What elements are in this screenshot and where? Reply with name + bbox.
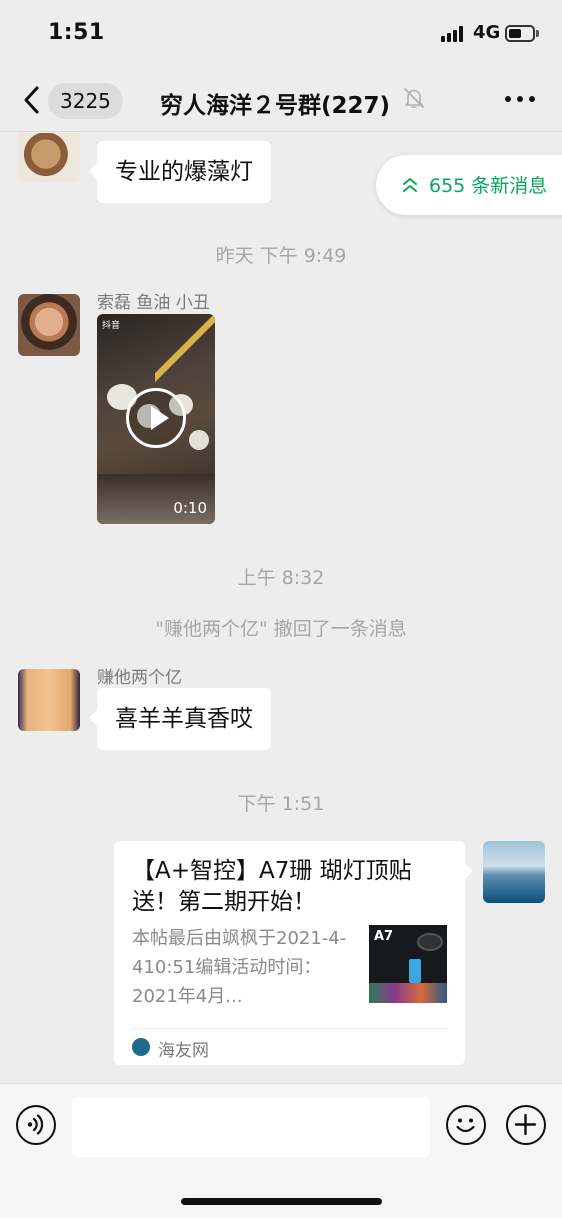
chevron-left-icon[interactable] bbox=[20, 84, 44, 116]
message-bubble[interactable]: 喜羊羊真香哎 bbox=[89, 688, 271, 750]
network-label: 4G bbox=[473, 22, 501, 43]
message-bubble[interactable]: 专业的爆藻灯 bbox=[89, 141, 271, 203]
link-card-description: 本帖最后由飒枫于2021-4-410:51编辑活动时间：2021年4月... bbox=[132, 928, 347, 1007]
message-input[interactable] bbox=[72, 1097, 430, 1157]
recall-notice: "赚他两个亿" 撤回了一条消息 bbox=[155, 618, 407, 640]
timestamp: 上午 8:32 bbox=[237, 567, 325, 589]
plus-icon[interactable] bbox=[506, 1105, 546, 1145]
sender-name: 索磊 鱼油 小丑 bbox=[97, 293, 210, 313]
link-card-thumbnail: A7 bbox=[369, 925, 447, 1003]
bell-slash-icon bbox=[404, 88, 424, 108]
link-card[interactable]: 【A+智控】A7珊 瑚灯顶贴送！第二期开始！ 本帖最后由飒枫于2021-4-41… bbox=[114, 841, 473, 1065]
play-icon[interactable] bbox=[126, 388, 186, 448]
ellipsis-icon[interactable] bbox=[505, 96, 535, 104]
input-bar bbox=[0, 1083, 562, 1218]
video-app-label: 抖音 bbox=[102, 321, 121, 331]
video-message[interactable]: 抖音 0:10 bbox=[97, 314, 215, 524]
status-time: 1:51 bbox=[48, 20, 105, 45]
battery-cap bbox=[536, 30, 539, 37]
battery-icon bbox=[505, 25, 535, 42]
new-messages-label: 655 条新消息 bbox=[429, 175, 548, 197]
chat-screen: 1:51 4G 3225 穷人海洋２号群(227) 专业的爆藻灯 655 条新消… bbox=[0, 0, 562, 1218]
chat-title[interactable]: 穷人海洋２号群(227) bbox=[160, 86, 390, 120]
sender-name: 赚他两个亿 bbox=[97, 668, 182, 688]
double-chevron-up-icon bbox=[403, 178, 417, 192]
nav-bar: 3225 穷人海洋２号群(227) bbox=[0, 70, 562, 132]
avatar-self[interactable] bbox=[483, 841, 545, 903]
divider bbox=[132, 1028, 447, 1029]
link-card-title: 【A+智控】A7珊 瑚灯顶贴送！第二期开始！ bbox=[132, 858, 412, 915]
voice-icon[interactable] bbox=[16, 1105, 56, 1145]
video-duration: 0:10 bbox=[173, 499, 207, 517]
home-indicator[interactable] bbox=[181, 1198, 382, 1205]
new-messages-button[interactable]: 655 条新消息 bbox=[376, 155, 562, 215]
link-card-thumbnail-label: A7 bbox=[374, 929, 394, 944]
signal-icon bbox=[441, 26, 467, 42]
avatar[interactable] bbox=[18, 294, 80, 356]
link-card-source: 海友网 bbox=[158, 1041, 209, 1061]
status-bar: 1:51 4G bbox=[0, 0, 562, 70]
unread-count-badge[interactable]: 3225 bbox=[48, 83, 123, 119]
smiley-icon[interactable] bbox=[446, 1105, 486, 1145]
avatar[interactable] bbox=[18, 133, 80, 182]
source-logo-icon bbox=[132, 1038, 150, 1056]
message-list[interactable]: 专业的爆藻灯 655 条新消息 昨天 下午 9:49 索磊 鱼油 小丑 抖音 0… bbox=[0, 133, 562, 1083]
timestamp: 昨天 下午 9:49 bbox=[215, 245, 347, 267]
timestamp: 下午 1:51 bbox=[237, 793, 325, 815]
avatar[interactable] bbox=[18, 669, 80, 731]
